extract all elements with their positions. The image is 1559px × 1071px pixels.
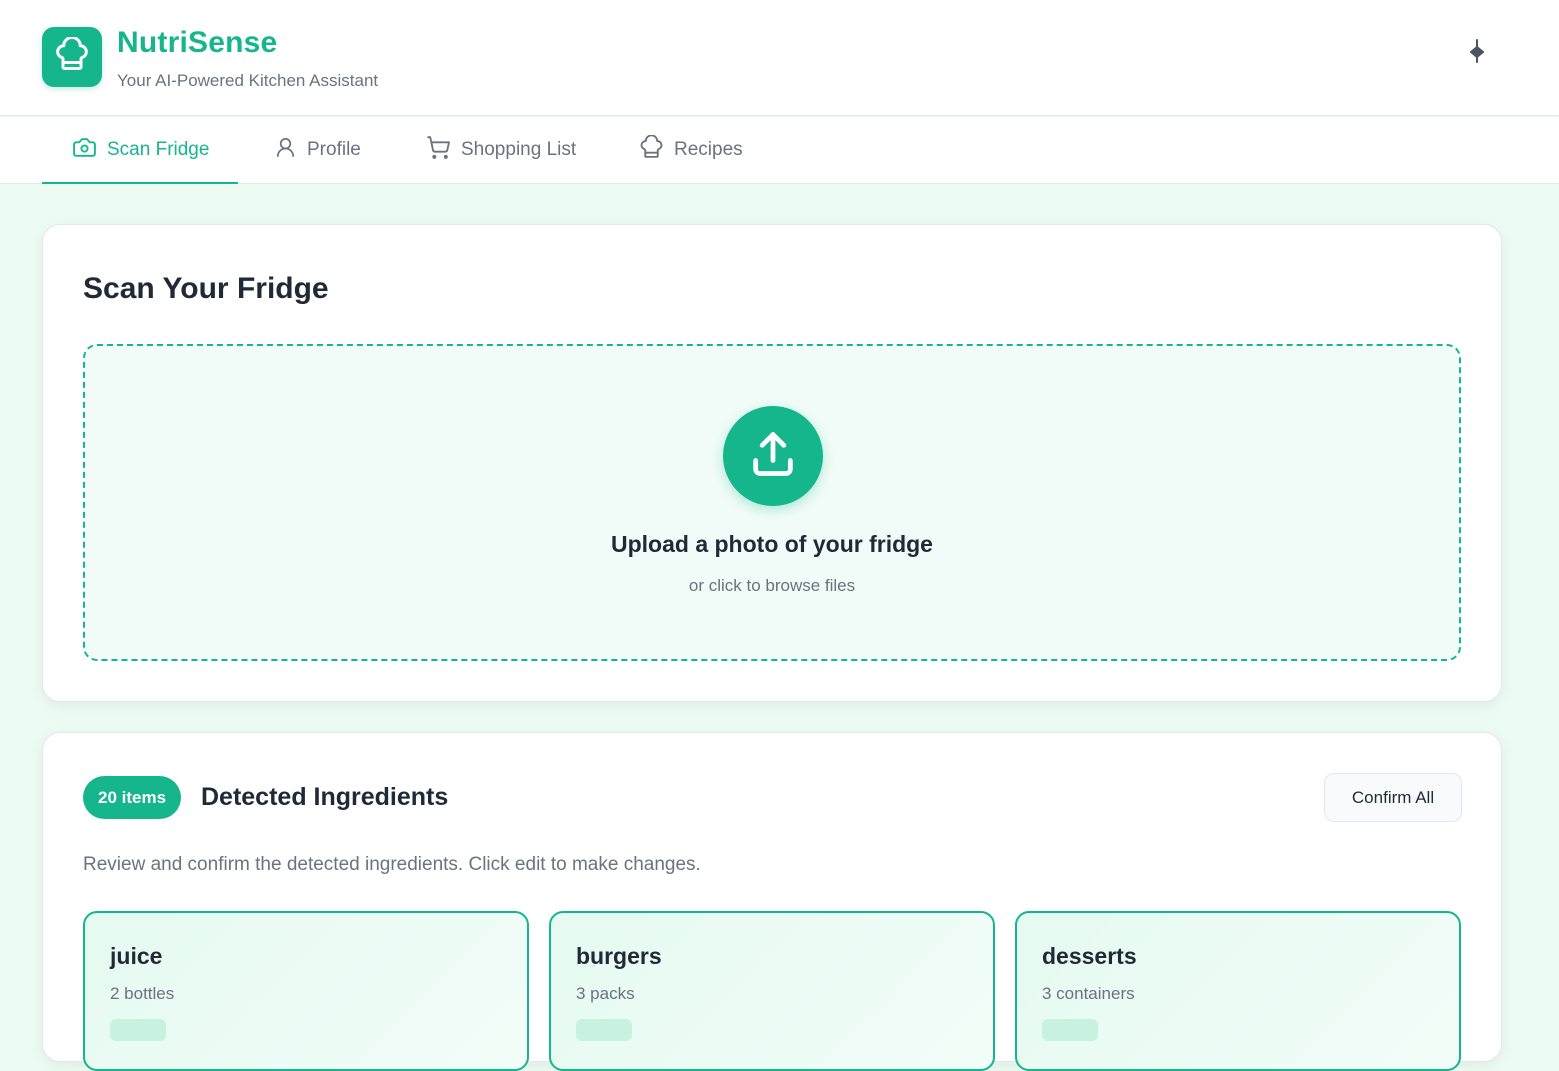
ingredient-name: juice	[110, 943, 163, 969]
tab-label: Recipes	[674, 139, 743, 160]
tab-shopping-list[interactable]: Shopping List	[426, 117, 576, 183]
ingredient-card[interactable]: juice 2 bottles	[83, 911, 529, 1071]
upload-dropzone[interactable]: Upload a photo of your fridge or click t…	[83, 344, 1461, 661]
app-subtitle: Your AI-Powered Kitchen Assistant	[117, 71, 379, 90]
pin-icon	[1467, 38, 1487, 69]
pin-button[interactable]	[1462, 38, 1492, 68]
tab-recipes[interactable]: Recipes	[639, 117, 743, 183]
upload-title: Upload a photo of your fridge	[611, 531, 933, 557]
tab-label: Shopping List	[461, 139, 577, 160]
main-tabs: Scan Fridge Profile Shopping List Recipe…	[0, 117, 1559, 184]
chef-hat-icon	[639, 133, 664, 166]
item-count-badge: 20 items	[83, 776, 182, 819]
camera-icon	[72, 135, 97, 166]
scan-fridge-card: Scan Your Fridge Upload a photo of your …	[42, 224, 1502, 702]
ingredient-quantity: 3 containers	[1042, 984, 1135, 1003]
upload-subtitle: or click to browse files	[688, 576, 856, 595]
scan-title: Scan Your Fridge	[83, 272, 329, 305]
ingredient-card[interactable]: burgers 3 packs	[549, 911, 995, 1071]
confirm-all-button[interactable]: Confirm All	[1324, 773, 1462, 822]
ingredients-title: Detected Ingredients	[201, 783, 449, 811]
chef-hat-icon	[54, 35, 90, 78]
ingredient-name: desserts	[1042, 943, 1137, 969]
ingredient-tag	[110, 1019, 166, 1041]
ingredient-name: burgers	[576, 943, 662, 969]
app-header: NutriSense Your AI-Powered Kitchen Assis…	[0, 0, 1559, 116]
upload-icon	[747, 428, 799, 485]
tab-profile[interactable]: Profile	[274, 117, 361, 183]
user-icon	[274, 136, 297, 165]
app-logo	[42, 27, 102, 87]
tab-scan-fridge[interactable]: Scan Fridge	[42, 117, 238, 184]
ingredient-card[interactable]: desserts 3 containers	[1015, 911, 1461, 1071]
ingredient-quantity: 2 bottles	[110, 984, 175, 1003]
ingredient-quantity: 3 packs	[576, 984, 635, 1003]
tab-label: Profile	[307, 139, 361, 160]
tab-label: Scan Fridge	[107, 139, 210, 160]
ingredient-tag	[576, 1019, 632, 1041]
upload-button[interactable]	[723, 406, 823, 506]
app-title: NutriSense	[117, 26, 278, 59]
detected-ingredients-card: 20 items Detected Ingredients Confirm Al…	[42, 732, 1502, 1071]
ingredients-description: Review and confirm the detected ingredie…	[83, 854, 701, 875]
cart-icon	[426, 135, 451, 166]
ingredient-tag	[1042, 1019, 1098, 1041]
